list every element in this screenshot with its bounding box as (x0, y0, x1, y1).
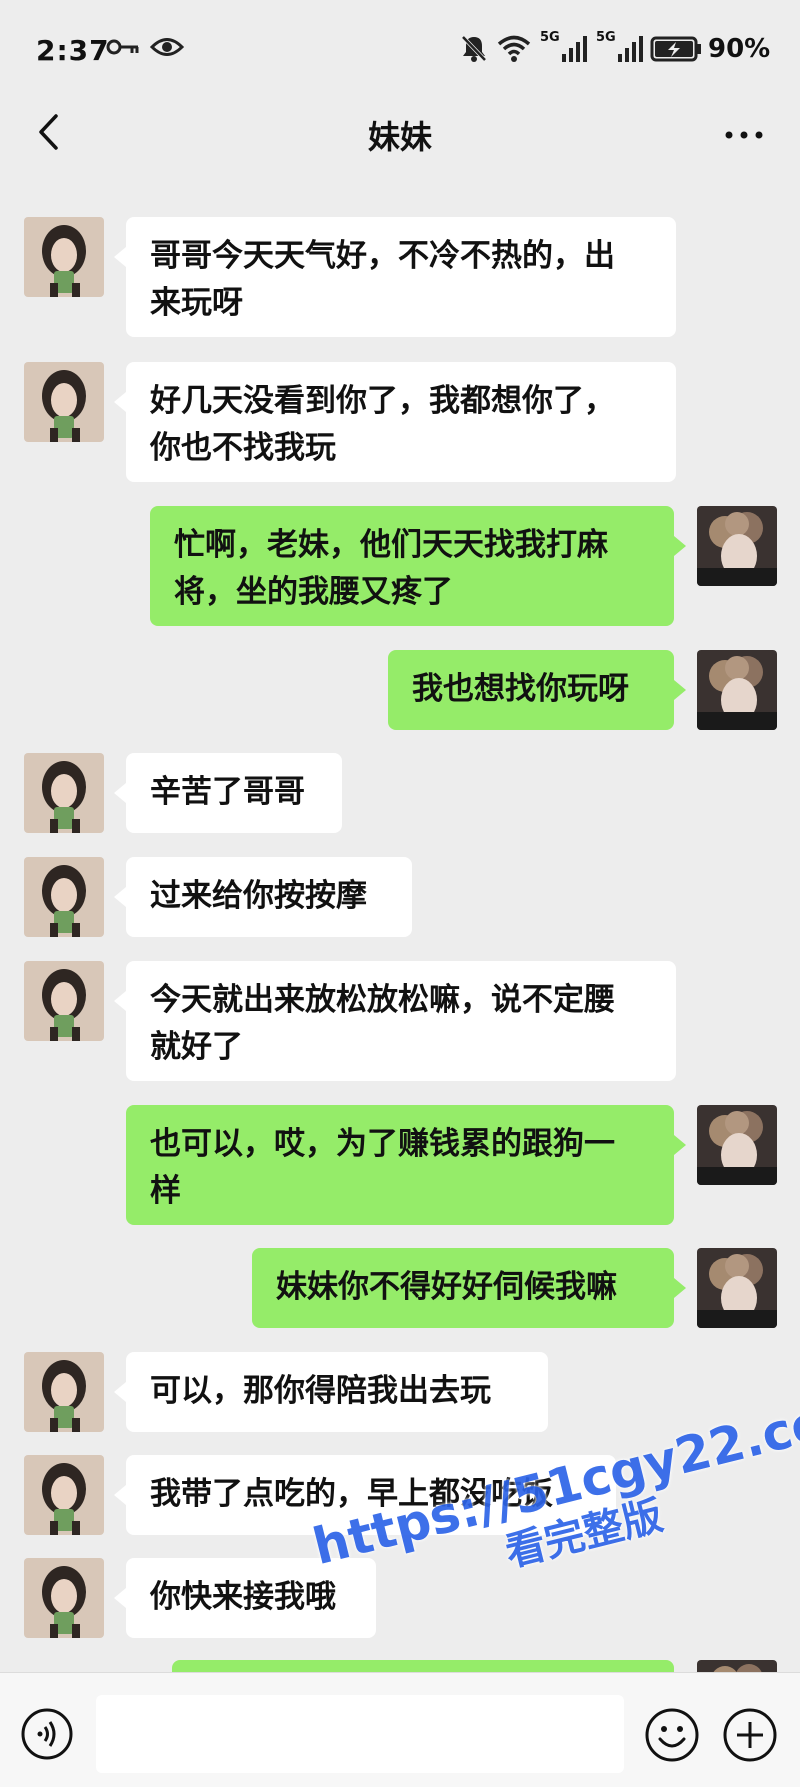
message-bubble-outgoing[interactable]: 我也想找你玩呀 (388, 650, 674, 730)
message-line: 来玩呀 (150, 285, 243, 321)
message-line: 好几天没看到你了，我都想你了， (150, 383, 615, 419)
signal-icon: 5G (540, 30, 590, 68)
avatar[interactable] (697, 650, 777, 730)
status-time: 2:37 (36, 34, 110, 67)
bubble-tail (114, 247, 126, 267)
avatar[interactable] (24, 362, 104, 442)
message-bubble-incoming[interactable]: 过来给你按按摩 (126, 857, 412, 937)
message-line: 将，坐的我腰又疼了 (174, 574, 453, 610)
message-line: 可以，那你得陪我出去玩 (150, 1373, 491, 1409)
emoji-icon (644, 1708, 700, 1767)
avatar[interactable] (24, 217, 104, 297)
message-bubble-incoming[interactable]: 好几天没看到你了，我都想你了， 你也不找我玩 (126, 362, 676, 482)
message-bubble-outgoing[interactable]: 也可以，哎，为了赚钱累的跟狗一 样 (126, 1105, 674, 1225)
bubble-tail (674, 680, 686, 700)
message-line: 妹妹你不得好好伺候我嘛 (276, 1269, 617, 1305)
avatar[interactable] (24, 753, 104, 833)
message-line: 过来给你按按摩 (150, 878, 367, 914)
chat-header: 妹妹 (0, 90, 800, 178)
voice-button[interactable] (20, 1707, 74, 1761)
message-bubble-incoming[interactable]: 辛苦了哥哥 (126, 753, 342, 833)
avatar[interactable] (24, 1455, 104, 1535)
more-functions-button[interactable] (722, 1707, 778, 1763)
more-dots-icon (724, 125, 764, 144)
input-bar (0, 1672, 800, 1787)
message-bubble-outgoing[interactable]: 妹妹你不得好好伺候我嘛 (252, 1248, 674, 1328)
avatar[interactable] (24, 857, 104, 937)
avatar[interactable] (24, 1352, 104, 1432)
bubble-tail (114, 783, 126, 803)
message-bubble-outgoing[interactable]: 忙啊，老妹，他们天天找我打麻 将，坐的我腰又疼了 (150, 506, 674, 626)
message-line: 哥哥今天天气好，不冷不热的，出 (150, 238, 615, 274)
battery-charging-icon (650, 36, 704, 66)
message-line: 我也想找你玩呀 (412, 671, 629, 707)
avatar[interactable] (24, 961, 104, 1041)
emoji-button[interactable] (644, 1707, 700, 1763)
message-line: 今天就出来放松放松嘛，说不定腰 (150, 982, 615, 1018)
bubble-tail (114, 991, 126, 1011)
signal-icon: 5G (596, 30, 646, 68)
bubble-tail (114, 392, 126, 412)
bubble-tail (114, 1382, 126, 1402)
network-type-label: 5G (540, 30, 560, 45)
network-type-label: 5G (596, 30, 616, 45)
message-line: 样 (150, 1173, 181, 1209)
message-line: 就好了 (150, 1029, 243, 1065)
avatar[interactable] (697, 1248, 777, 1328)
message-line: 辛苦了哥哥 (150, 774, 305, 810)
bubble-tail (674, 1278, 686, 1298)
message-bubble-incoming[interactable]: 今天就出来放松放松嘛，说不定腰 就好了 (126, 961, 676, 1081)
message-bubble-incoming[interactable]: 哥哥今天天气好，不冷不热的，出 来玩呀 (126, 217, 676, 337)
bubble-tail (114, 887, 126, 907)
voice-icon (20, 1708, 74, 1765)
page-title: 妹妹 (367, 118, 432, 156)
more-options-button[interactable] (718, 112, 770, 156)
message-line: 你也不找我玩 (150, 430, 336, 466)
bubble-tail (114, 1588, 126, 1608)
avatar[interactable] (697, 506, 777, 586)
eye-icon (149, 36, 185, 62)
mute-icon (460, 34, 488, 66)
status-bar: 2:37 5G 5G 90% (0, 0, 800, 90)
message-line: 忙啊，老妹，他们天天找我打麻 (174, 527, 608, 563)
message-bubble-incoming[interactable]: 可以，那你得陪我出去玩 (126, 1352, 548, 1432)
avatar[interactable] (24, 1558, 104, 1638)
avatar[interactable] (697, 1105, 777, 1185)
message-input[interactable] (96, 1695, 624, 1773)
key-icon (106, 38, 140, 60)
bubble-tail (674, 1135, 686, 1155)
bubble-tail (114, 1485, 126, 1505)
message-line: 也可以，哎，为了赚钱累的跟狗一 (150, 1126, 615, 1162)
wifi-icon (497, 34, 531, 66)
plus-circle-icon (722, 1708, 778, 1767)
battery-percent: 90% (708, 34, 771, 64)
bubble-tail (674, 536, 686, 556)
message-line: 你快来接我哦 (150, 1579, 336, 1615)
